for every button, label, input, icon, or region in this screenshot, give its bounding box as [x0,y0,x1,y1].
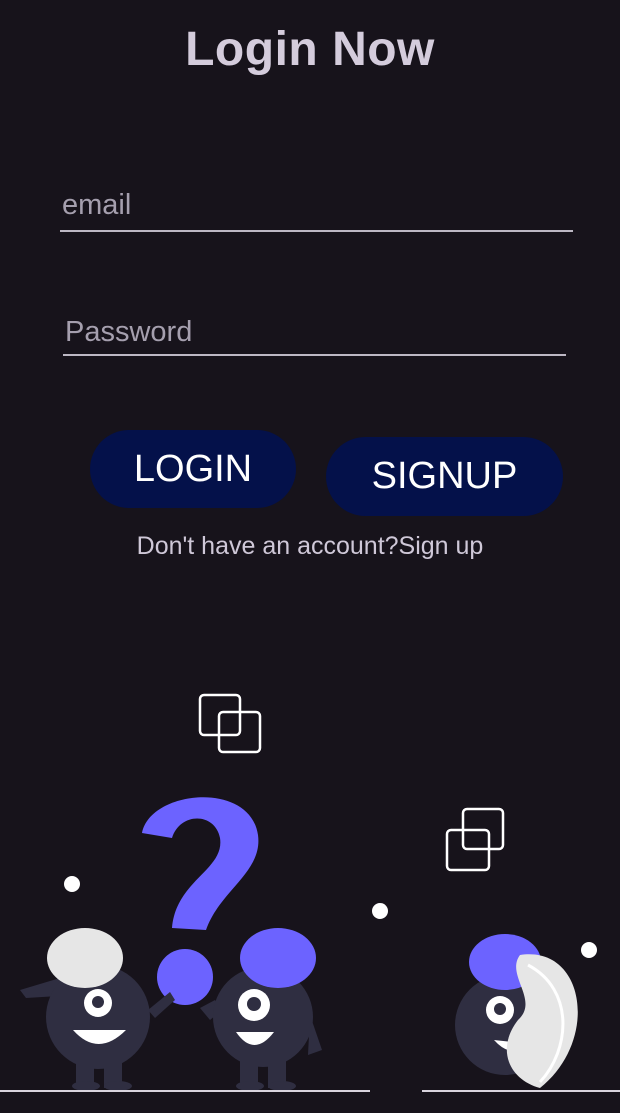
character-right [455,934,578,1088]
signup-button[interactable]: SIGNUP [326,437,563,516]
login-button[interactable]: LOGIN [90,430,296,508]
email-field[interactable] [60,180,573,232]
dot [372,903,388,919]
character-left [20,928,175,1091]
copy-squares-icon [445,807,505,872]
characters-illustration [0,693,620,1092]
character-middle [200,928,322,1091]
copy-squares-icon [198,693,262,754]
dot [581,942,597,958]
signup-prompt-link[interactable]: Don't have an account?Sign up [0,532,620,561]
password-field[interactable] [63,310,566,356]
dot [64,876,80,892]
page-title: Login Now [185,23,435,76]
